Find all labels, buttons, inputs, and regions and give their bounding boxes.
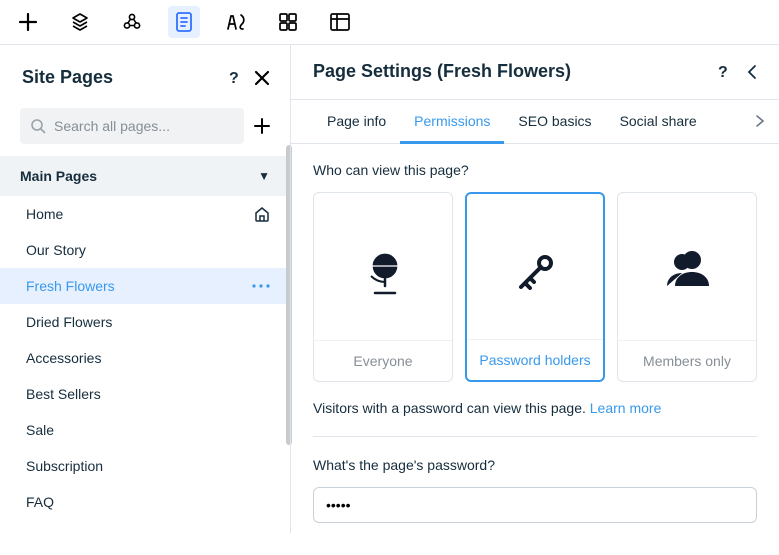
learn-more-link[interactable]: Learn more (590, 400, 662, 416)
tab-social-share[interactable]: Social share (606, 99, 711, 143)
permission-option-password[interactable]: Password holders (465, 192, 605, 382)
site-pages-panel: Site Pages ? Main Pages (0, 44, 290, 533)
page-item-our-story[interactable]: Our Story (0, 232, 290, 268)
product-icon[interactable] (116, 6, 148, 38)
page-item-label: Dried Flowers (26, 314, 112, 330)
page-item-dried-flowers[interactable]: Dried Flowers (0, 304, 290, 340)
data-icon[interactable] (324, 6, 356, 38)
close-icon[interactable] (254, 70, 270, 86)
search-input-wrapper[interactable] (20, 108, 244, 144)
plus-icon[interactable] (12, 6, 44, 38)
home-icon (254, 206, 270, 222)
svg-text:?: ? (229, 70, 239, 87)
page-item-subscription[interactable]: Subscription (0, 448, 290, 484)
page-item-fresh-flowers[interactable]: Fresh Flowers (0, 268, 290, 304)
add-page-icon[interactable] (254, 118, 270, 134)
globe-icon (314, 248, 452, 298)
permission-option-label: Everyone (314, 340, 452, 381)
permission-option-label: Members only (618, 340, 756, 381)
page-item-label: Our Story (26, 242, 86, 258)
page-settings-title: Page Settings (Fresh Flowers) (313, 61, 571, 82)
tab-permissions[interactable]: Permissions (400, 99, 504, 143)
page-list: Home Our Story Fresh Flowers Dried Flowe… (0, 196, 290, 520)
help-icon[interactable]: ? (715, 63, 733, 81)
theme-icon[interactable] (220, 6, 252, 38)
group-label: Main Pages (20, 168, 97, 184)
permission-helper-text: Visitors with a password can view this p… (313, 400, 757, 416)
key-icon (467, 249, 603, 297)
page-item-label: Fresh Flowers (26, 278, 115, 294)
search-input[interactable] (54, 118, 234, 134)
page-item-label: Best Sellers (26, 386, 101, 402)
page-item-accessories[interactable]: Accessories (0, 340, 290, 376)
page-item-label: FAQ (26, 494, 54, 510)
divider (313, 436, 757, 437)
password-input[interactable] (313, 487, 757, 523)
page-item-sale[interactable]: Sale (0, 412, 290, 448)
settings-tabs: Page info Permissions SEO basics Social … (291, 100, 779, 144)
main-pages-group[interactable]: Main Pages ▼ (0, 156, 290, 196)
page-item-label: Accessories (26, 350, 101, 366)
page-item-label: Subscription (26, 458, 103, 474)
page-settings-panel: Page Settings (Fresh Flowers) ? Page inf… (290, 44, 779, 533)
password-label: What's the page's password? (313, 457, 757, 473)
top-toolbar (0, 0, 779, 44)
plugin-icon[interactable] (64, 6, 96, 38)
search-icon (30, 118, 46, 134)
page-item-faq[interactable]: FAQ (0, 484, 290, 520)
apps-icon[interactable] (272, 6, 304, 38)
site-pages-title: Site Pages (22, 67, 113, 88)
members-icon (618, 248, 756, 292)
permissions-content: Who can view this page? Everyone (291, 144, 779, 533)
svg-text:?: ? (718, 64, 728, 81)
page-item-label: Home (26, 206, 63, 222)
tab-seo-basics[interactable]: SEO basics (504, 99, 605, 143)
tabs-scroll-right-icon[interactable] (755, 114, 769, 128)
permission-option-everyone[interactable]: Everyone (313, 192, 453, 382)
permission-option-label: Password holders (467, 339, 603, 380)
page-item-home[interactable]: Home (0, 196, 290, 232)
tab-page-info[interactable]: Page info (313, 99, 400, 143)
chevron-down-icon: ▼ (258, 169, 270, 183)
page-icon[interactable] (168, 6, 200, 38)
page-item-best-sellers[interactable]: Best Sellers (0, 376, 290, 412)
who-can-view-label: Who can view this page? (313, 162, 757, 178)
more-icon[interactable] (252, 284, 270, 288)
chevron-left-icon[interactable] (747, 64, 757, 80)
help-icon[interactable]: ? (226, 69, 244, 87)
permission-option-members[interactable]: Members only (617, 192, 757, 382)
page-item-label: Sale (26, 422, 54, 438)
